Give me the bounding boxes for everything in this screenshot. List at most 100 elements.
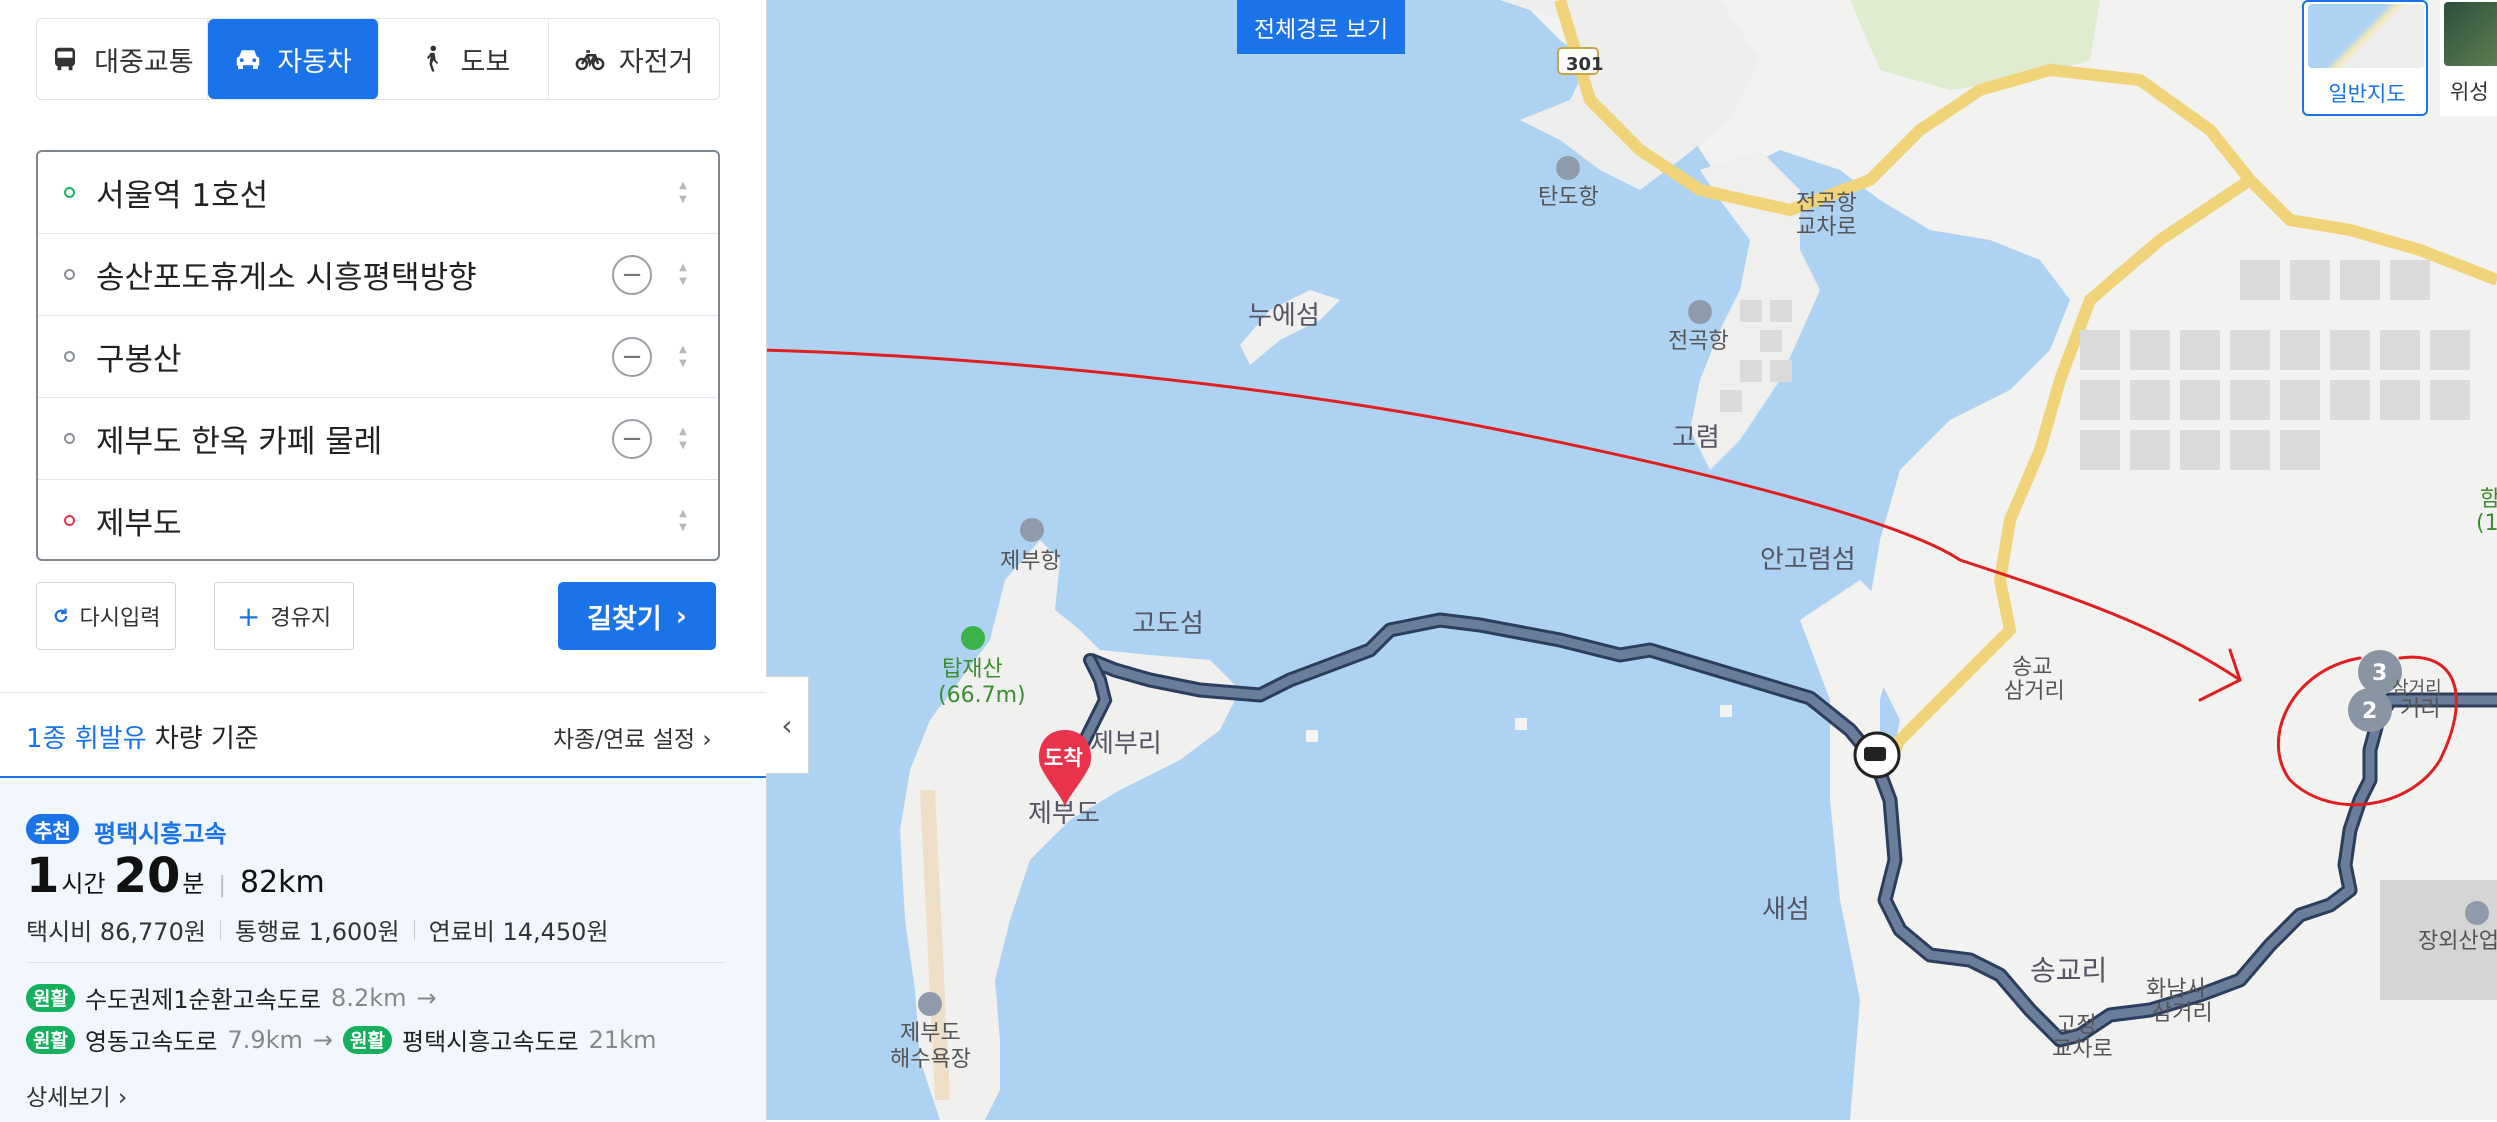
arrow-right-icon: →: [416, 983, 437, 1012]
drag-handle-icon[interactable]: ▲ ▼: [676, 424, 690, 454]
satellite-map-thumbnail: [2444, 2, 2497, 66]
stop-via-3[interactable]: 제부도 한옥 카페 물레 − ▲ ▼: [38, 398, 718, 480]
end-dot-icon: [64, 515, 75, 526]
drag-handle-icon[interactable]: ▲ ▼: [676, 342, 690, 372]
remove-stop-button[interactable]: −: [612, 336, 652, 377]
search-label: 길찾기: [587, 603, 662, 635]
road-distance: 21km: [588, 1025, 657, 1054]
separator: [219, 919, 221, 940]
map-label: 제부리: [1090, 729, 1162, 759]
fuel-cost: 연료비 14,450원: [428, 918, 609, 946]
section-divider: [26, 962, 726, 963]
full-route-label: 전체경로 보기: [1253, 17, 1389, 43]
vehicle-settings-link[interactable]: 차종/연료 설정 ›: [553, 720, 712, 754]
full-route-button[interactable]: 전체경로 보기: [1237, 0, 1405, 54]
maptype-satellite-button[interactable]: 위성: [2440, 0, 2497, 116]
bike-icon: [575, 50, 605, 71]
map-label: 고도섬: [1132, 609, 1204, 639]
map-label: 301: [1566, 54, 1604, 75]
via-dot-icon: [64, 269, 75, 280]
map-label: 고렴: [1672, 423, 1720, 453]
maptype-normal-button[interactable]: 일반지도: [2302, 0, 2428, 116]
stop-label: 제부도: [96, 506, 182, 542]
stop-origin[interactable]: 서울역 1호선 ▲ ▼: [38, 152, 718, 234]
duration-hours: 1: [26, 848, 60, 904]
jebu-port-icon: [1020, 518, 1044, 542]
map-label: 제부도: [1028, 799, 1100, 829]
map-label: 누에섬: [1248, 301, 1320, 331]
tando-port-icon: [1556, 156, 1580, 180]
road-segment-line-1: 원활 수도권제1순환고속도로 8.2km →: [26, 980, 437, 1015]
collapse-panel-button[interactable]: ‹: [766, 676, 809, 774]
route-duration: 1 시간 20 분 | 82km: [26, 848, 325, 904]
directions-panel: 대중교통 자동차 도보 자전거 서울역 1호선 ▲ ▼ 송산포도휴게소 시흥평택방…: [0, 0, 767, 1122]
traffic-status-badge: 원활: [26, 1025, 75, 1054]
stop-label: 구봉산: [96, 342, 182, 378]
map-label: 안고렴섬: [1760, 545, 1856, 575]
via-dot-icon: [64, 433, 75, 444]
map-label: 거리: [2400, 697, 2440, 722]
add-via-button[interactable]: + 경유지: [214, 582, 354, 650]
chevron-left-icon: ‹: [781, 708, 793, 742]
vehicle-suffix: 차량 기준: [154, 724, 259, 754]
plus-icon: +: [236, 599, 261, 633]
walk-icon: [426, 45, 438, 72]
drag-handle-icon[interactable]: ▲ ▼: [676, 178, 690, 208]
details-label: 상세보기: [26, 1085, 111, 1111]
stop-via-1[interactable]: 송산포도휴게소 시흥평택방향 − ▲ ▼: [38, 234, 718, 316]
duration-minutes: 20: [113, 848, 181, 904]
map-label: 장외산업: [2418, 929, 2497, 954]
map-label: 새섬: [1762, 895, 1810, 925]
route-costs: 택시비 86,770원 통행료 1,600원 연료비 14,450원: [26, 912, 609, 947]
map-label: 송교: [2012, 655, 2052, 680]
toll-fee: 통행료 1,600원: [234, 918, 400, 946]
chevron-right-icon: ›: [702, 727, 712, 753]
search-route-button[interactable]: 길찾기 ›: [558, 582, 716, 650]
jeongok-port-icon: [1688, 300, 1712, 324]
beach-icon: [918, 992, 942, 1016]
tab-label: 자전거: [618, 46, 694, 78]
map-label: 탑재산: [942, 657, 1003, 682]
road-distance: 8.2km: [331, 983, 407, 1012]
start-dot-icon: [64, 187, 75, 198]
drag-handle-icon[interactable]: ▲ ▼: [676, 260, 690, 290]
cctv-icon: [1853, 731, 1901, 779]
map-label: 탄도항: [1538, 185, 1599, 210]
route-distance: 82km: [239, 865, 325, 900]
map-label: 제부항: [1000, 549, 1061, 574]
vehicle-settings-label: 차종/연료 설정: [553, 727, 696, 753]
stop-destination[interactable]: 제부도 ▲ ▼: [38, 480, 718, 561]
drag-handle-icon[interactable]: ▲ ▼: [676, 506, 690, 536]
map-label: 해수욕장: [890, 1047, 971, 1072]
maptype-label: 일반지도: [2328, 82, 2406, 106]
stop-label: 제부도 한옥 카페 물레: [96, 424, 383, 460]
jangoe-icon: [2465, 901, 2489, 925]
map-label: 2: [2362, 699, 2377, 724]
maptype-label: 위성: [2450, 80, 2489, 104]
map-label: 도착: [1044, 746, 1083, 770]
road-segment-line-2: 원활 영동고속도로 7.9km → 원활 평택시흥고속도로 21km: [26, 1022, 656, 1057]
remove-stop-button[interactable]: −: [612, 254, 652, 295]
waypoint-list: 서울역 1호선 ▲ ▼ 송산포도휴게소 시흥평택방향 − ▲ ▼ 구봉산 − ▲ ▼ …: [36, 150, 720, 561]
map-label: 교차로: [1796, 215, 1857, 240]
taxi-fare: 택시비 86,770원: [26, 918, 206, 946]
remove-stop-button[interactable]: −: [612, 418, 652, 459]
map-label: (1: [2476, 511, 2497, 536]
details-link[interactable]: 상세보기 ›: [26, 1078, 127, 1112]
fuel-type: 1종 휘발유: [26, 724, 147, 754]
tab-car[interactable]: 자동차: [207, 19, 379, 99]
reset-button[interactable]: 다시입력: [36, 582, 176, 650]
tab-transit[interactable]: 대중교통: [37, 19, 208, 99]
map-label: 삼거리: [2152, 1001, 2213, 1026]
refresh-icon: [54, 608, 67, 623]
tab-bike[interactable]: 자전거: [549, 19, 719, 99]
tab-walk[interactable]: 도보: [379, 19, 550, 99]
map-label: 함: [2480, 487, 2497, 512]
road-name: 수도권제1순환고속도로: [84, 986, 322, 1014]
minutes-unit: 분: [182, 870, 205, 898]
tab-label: 도보: [460, 46, 511, 78]
map-label: 제부도: [900, 1021, 961, 1046]
car-icon: [237, 50, 260, 69]
stop-via-2[interactable]: 구봉산 − ▲ ▼: [38, 316, 718, 398]
section-divider: [0, 692, 766, 693]
